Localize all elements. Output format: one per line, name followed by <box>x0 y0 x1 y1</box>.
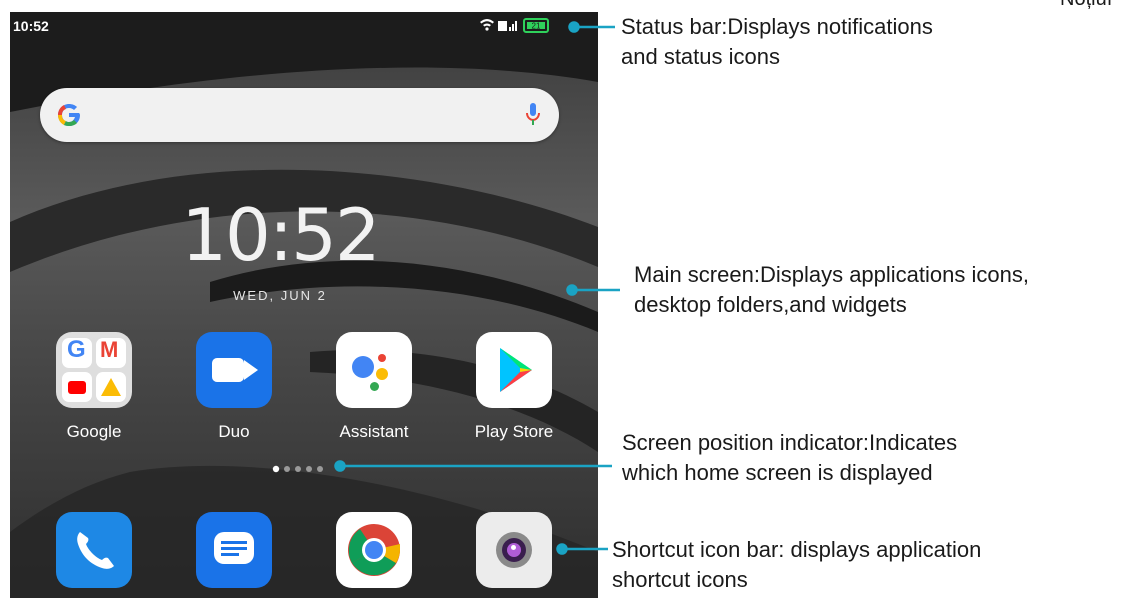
annotation-main-screen: Main screen:Displays applications icons,… <box>634 262 1029 317</box>
diagram: Noțiuı 10:52 <box>0 0 1131 598</box>
annotation-shortcut-bar: Shortcut icon bar: displays application … <box>612 537 982 592</box>
annotation-status-bar: Status bar:Displays notifications and st… <box>621 14 933 69</box>
annotation-position-indicator: Screen position indicator:Indicates whic… <box>622 430 958 485</box>
